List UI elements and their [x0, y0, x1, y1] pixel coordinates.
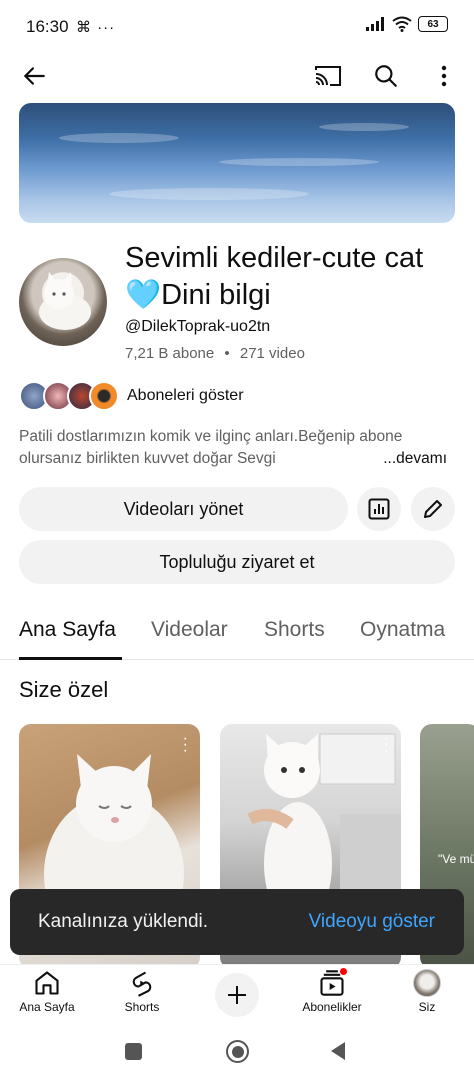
analytics-button[interactable] [357, 487, 401, 531]
shorts-icon [132, 971, 152, 997]
show-subscribers-label: Aboneleri göster [127, 387, 244, 404]
signal-icon [366, 17, 384, 31]
edit-channel-button[interactable] [411, 487, 455, 531]
description-text: Patili dostlarımızın komik ve ilginç anl… [19, 428, 403, 467]
card-caption: "Ve mü [438, 852, 474, 866]
search-button[interactable] [370, 60, 402, 92]
subscriber-count: 7,21 B abone [125, 345, 215, 362]
channel-handle: @DilekToprak-uo2tn [125, 318, 271, 335]
cast-button[interactable] [312, 60, 344, 92]
pencil-icon [424, 500, 442, 518]
create-button[interactable] [215, 973, 259, 1017]
system-navigation-bar [0, 1022, 474, 1080]
channel-stats: 7,21 B abone • 271 video [125, 345, 305, 362]
nav-shorts[interactable]: Shorts [97, 969, 187, 1014]
more-vert-icon [441, 65, 447, 87]
recents-icon[interactable] [125, 1043, 142, 1060]
nav-home-label: Ana Sayfa [19, 1000, 75, 1014]
wifi-icon [392, 16, 412, 32]
banner-ripple [109, 188, 309, 200]
channel-tabs: Ana Sayfa Videolar Shorts Oynatma [0, 610, 474, 660]
back-button[interactable] [18, 60, 50, 92]
home-system-dot [231, 1045, 244, 1058]
more-options-button[interactable] [428, 60, 460, 92]
channel-description[interactable]: Patili dostlarımızın komik ve ilginç anl… [19, 426, 455, 470]
subscriber-avatars [19, 380, 119, 412]
tab-playlists[interactable]: Oynatma [360, 618, 445, 642]
channel-banner[interactable] [19, 103, 455, 223]
nav-subscriptions[interactable]: Abonelikler [287, 967, 377, 1014]
banner-ripple [319, 123, 409, 131]
channel-header: Sevimli kediler-cute cat🩵Dini bilgi @Dil… [19, 240, 459, 370]
arrow-left-icon [23, 67, 45, 85]
bottom-navigation: Ana Sayfa Shorts Abonelikler Siz [0, 964, 474, 1022]
nav-subscriptions-label: Abonelikler [302, 1000, 362, 1014]
visit-community-button[interactable]: Topluluğu ziyaret et [19, 540, 455, 584]
channel-avatar[interactable] [19, 258, 107, 346]
show-subscribers-row[interactable]: Aboneleri göster [19, 380, 459, 412]
manage-videos-button[interactable]: Videoları yönet [19, 487, 348, 531]
snackbar-message: Kanalınıza yüklendi. [38, 911, 209, 932]
cat-avatar-image [39, 272, 91, 330]
notification-dot [339, 967, 348, 976]
nav-you-label: Siz [418, 1000, 436, 1014]
card-more-icon[interactable]: · · · [183, 731, 188, 759]
plus-icon [228, 986, 246, 1004]
snackbar: Kanalınıza yüklendi. Videoyu göster [10, 889, 464, 955]
banner-ripple [59, 133, 179, 143]
tab-shorts[interactable]: Shorts [264, 618, 325, 642]
show-video-button[interactable]: Videoyu göster [309, 911, 435, 933]
status-notification-icons: ⌘ ··· [76, 19, 116, 36]
status-bar: 16:30 ⌘ ··· 63 [0, 0, 474, 52]
app-bar [0, 52, 474, 98]
home-icon [35, 971, 59, 995]
banner-ripple [219, 158, 379, 166]
nav-shorts-label: Shorts [124, 1000, 160, 1014]
description-more[interactable]: ...devamı [379, 448, 447, 470]
section-title: Size özel [19, 677, 109, 702]
subscriptions-icon-wrap [318, 967, 348, 997]
tab-videos[interactable]: Videolar [151, 618, 228, 642]
home-system-icon[interactable] [226, 1040, 249, 1063]
channel-name: Sevimli kediler-cute cat🩵Dini bilgi [125, 242, 424, 311]
subscriber-avatar [89, 381, 119, 411]
active-tab-indicator [19, 657, 122, 660]
battery-icon: 63 [418, 16, 448, 32]
cast-icon [315, 66, 341, 86]
action-button-row: Videoları yönet [19, 487, 455, 531]
nav-you[interactable]: Siz [382, 969, 472, 1014]
nav-home[interactable]: Ana Sayfa [2, 969, 92, 1014]
card-more-icon[interactable]: · · · [384, 731, 389, 759]
analytics-icon [368, 498, 390, 520]
stats-separator: • [224, 345, 230, 362]
profile-avatar [413, 969, 441, 997]
video-count: 271 video [239, 345, 305, 362]
tab-home[interactable]: Ana Sayfa [19, 618, 116, 642]
status-time: 16:30 [26, 17, 69, 36]
status-right-icons: 63 [366, 16, 448, 32]
back-system-icon[interactable] [329, 1041, 347, 1061]
search-icon [375, 65, 397, 87]
